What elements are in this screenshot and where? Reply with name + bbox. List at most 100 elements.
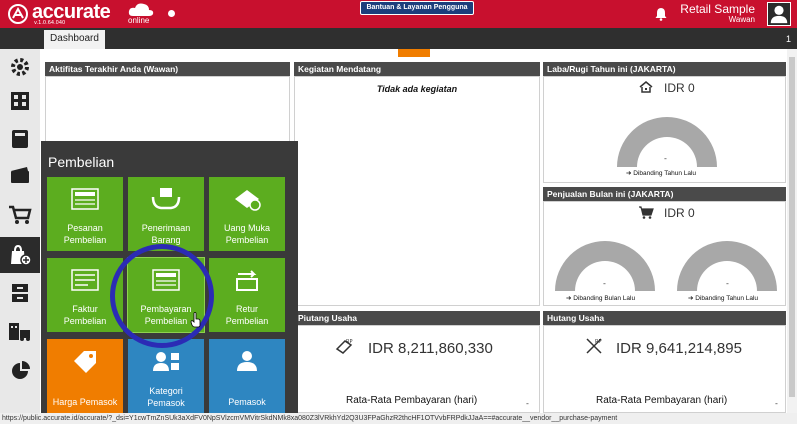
tile-supplier-price[interactable]: Harga Pemasok <box>47 339 123 413</box>
archive-icon <box>12 284 28 302</box>
tile-label: Faktur <box>72 304 98 314</box>
help-button[interactable]: Bantuan & Layanan Pengguna <box>360 1 474 15</box>
tile-label: Pemasok <box>147 398 185 408</box>
sales-compare-year-label: ➔ Dibanding Tahun Lalu <box>688 295 759 302</box>
hand-cursor-icon <box>190 312 201 328</box>
activity-panel <box>45 76 290 144</box>
status-bar-url: https://public.accurate.id/accurate/?_ds… <box>0 413 797 424</box>
user-avatar[interactable] <box>767 2 791 26</box>
supplier-icon <box>237 351 257 371</box>
payable-avg-value: - <box>775 399 778 408</box>
return-icon <box>236 270 258 291</box>
profit-value: IDR 0 <box>664 81 695 95</box>
activity-panel-header: Aktifitas Terakhir Anda (Wawan) <box>45 62 290 76</box>
pie-chart-icon <box>12 361 30 379</box>
sidebar-item-cash[interactable] <box>0 157 40 193</box>
highlight-circle <box>110 244 214 348</box>
category-icon <box>153 352 179 371</box>
tile-supplier[interactable]: Pemasok <box>209 339 285 413</box>
sidebar-item-settings[interactable] <box>0 49 40 85</box>
tile-label: Pesanan <box>67 223 103 233</box>
profit-dash: - <box>664 154 667 163</box>
version-label: v.1.0.64.040 <box>34 20 66 26</box>
purchase-bag-icon <box>11 244 32 266</box>
sidebar-item-purchase[interactable] <box>0 237 40 273</box>
user-name[interactable]: Retail Sample <box>680 2 755 16</box>
events-panel <box>294 76 540 306</box>
receivable-icon: RP <box>335 339 353 354</box>
building-icon <box>11 92 29 110</box>
payable-avg-label: Rata-Rata Pembayaran (hari) <box>596 395 728 406</box>
order-icon <box>71 188 99 210</box>
svg-text:RP: RP <box>346 339 353 345</box>
invoice-icon <box>71 269 99 291</box>
receivable-avg-value: - <box>526 399 529 408</box>
sidebar-item-reports[interactable] <box>0 353 40 389</box>
sidebar-item-sales[interactable] <box>0 197 40 233</box>
tile-purchase-down-payment[interactable]: Uang Muka Pembelian <box>209 177 285 251</box>
receivable-avg-label: Rata-Rata Pembayaran (hari) <box>346 395 478 406</box>
scrollbar-thumb[interactable] <box>789 57 795 397</box>
sales-cart-icon <box>639 206 654 219</box>
status-dot <box>168 10 175 17</box>
price-tag-icon <box>74 351 96 373</box>
bell-icon[interactable] <box>654 7 668 21</box>
purchase-menu-title: Pembelian <box>48 154 115 170</box>
user-subname: Wawan <box>728 15 755 24</box>
profit-panel-header: Laba/Rugi Tahun ini (JAKARTA) <box>543 62 786 76</box>
balance-icon <box>639 81 653 93</box>
sales-panel-header: Penjualan Bulan ini (JAKARTA) <box>543 187 786 201</box>
tile-label: Pembelian <box>225 316 269 326</box>
accurate-logo[interactable]: accurate v.1.0.64.040 online <box>6 1 156 26</box>
profit-compare-text: Dibanding Tahun Lalu <box>633 170 697 177</box>
gear-icon <box>11 58 29 76</box>
tile-goods-receipt[interactable]: Penerimaan Barang <box>128 177 204 251</box>
payable-icon: RP <box>586 338 602 354</box>
sales-compare-month-label: ➔ Dibanding Bulan Lalu <box>566 295 636 302</box>
payable-value: IDR 9,641,214,895 <box>616 340 742 357</box>
sidebar-item-company[interactable] <box>0 83 40 119</box>
sales-month-dash: - <box>603 279 606 288</box>
sales-value: IDR 0 <box>664 206 695 220</box>
down-payment-icon <box>235 190 261 211</box>
online-label: online <box>128 16 150 25</box>
receive-goods-icon <box>151 188 181 210</box>
tab-count[interactable]: 1 <box>786 30 791 48</box>
tile-label: Kategori <box>149 386 183 396</box>
sidebar-item-ledger[interactable] <box>0 121 40 157</box>
receivable-panel-header: Piutang Usaha <box>294 311 540 325</box>
tile-label: Penerimaan <box>141 223 191 233</box>
tile-label: Uang Muka <box>223 223 271 233</box>
user-icon <box>770 5 788 24</box>
cart-icon <box>9 205 32 224</box>
no-events-text: Tidak ada kegiatan <box>376 84 458 94</box>
tab-bar <box>0 28 797 49</box>
sidebar-item-warehouse[interactable] <box>0 313 40 349</box>
tile-label: Pembelian <box>63 316 107 326</box>
tab-dashboard[interactable]: Dashboard <box>44 30 105 49</box>
sales-compare-month-text: Dibanding Bulan Lalu <box>573 295 636 302</box>
sidebar-item-inventory[interactable] <box>0 275 40 311</box>
sidebar <box>0 49 40 413</box>
tile-purchase-return[interactable]: Retur Pembelian <box>209 258 285 332</box>
collapse-toggle[interactable] <box>398 49 430 62</box>
profit-compare-label: ➔ Dibanding Tahun Lalu <box>626 170 697 177</box>
events-panel-header: Kegiatan Mendatang <box>294 62 540 76</box>
tile-label: Pembelian <box>63 235 107 245</box>
wallet-icon <box>11 167 29 183</box>
tile-purchase-order[interactable]: Pesanan Pembelian <box>47 177 123 251</box>
tile-supplier-category[interactable]: Kategori Pemasok <box>128 339 204 413</box>
book-icon <box>12 130 28 148</box>
warehouse-icon <box>9 323 30 341</box>
tile-label: Pembelian <box>225 235 269 245</box>
tile-label: Harga Pemasok <box>52 397 118 407</box>
tile-label: Pemasok <box>228 397 266 407</box>
tile-label: Retur <box>235 304 258 314</box>
sales-year-dash: - <box>726 279 729 288</box>
receivable-value: IDR 8,211,860,330 <box>368 340 493 357</box>
payable-panel-header: Hutang Usaha <box>543 311 786 325</box>
accurate-logo-icon <box>8 4 28 24</box>
svg-text:RP: RP <box>595 339 602 345</box>
sales-compare-year-text: Dibanding Tahun Lalu <box>695 295 759 302</box>
vertical-scrollbar[interactable] <box>787 49 797 413</box>
